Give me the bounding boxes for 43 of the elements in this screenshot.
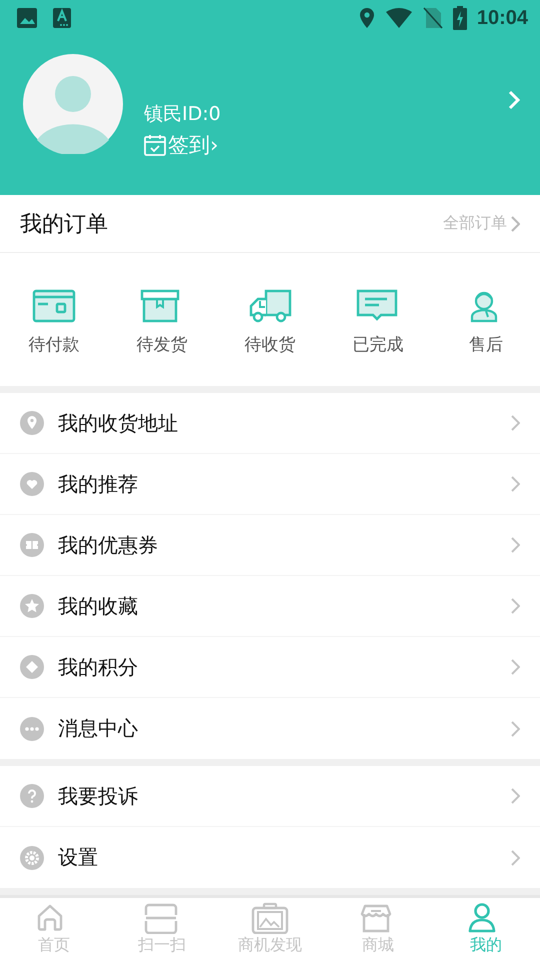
menu-item[interactable]: 消息中心	[0, 698, 540, 759]
more-icon	[20, 716, 44, 740]
menu-item[interactable]: 我的推荐	[0, 454, 540, 515]
clock-time: 10:04	[476, 6, 528, 30]
order-status-button[interactable]: 已完成	[324, 253, 432, 386]
menu-item[interactable]: 我的优惠券	[0, 515, 540, 576]
order-status-button[interactable]: 售后	[432, 253, 540, 386]
location-icon	[358, 7, 375, 29]
menu-item[interactable]: 我的收藏	[0, 576, 540, 637]
ticket-icon	[20, 533, 44, 557]
settings-icon	[20, 846, 44, 870]
message-icon	[356, 287, 400, 323]
font-icon	[52, 7, 72, 29]
menu-item[interactable]: 我的积分	[0, 637, 540, 698]
order-status-button[interactable]: 待收货	[216, 253, 324, 386]
menu-item[interactable]: 设置	[0, 827, 540, 888]
chevron-right-icon	[511, 537, 520, 553]
no-sim-icon	[422, 7, 443, 29]
location-icon	[20, 411, 44, 435]
order-status-button[interactable]: 待付款	[0, 253, 108, 386]
card-icon	[32, 287, 76, 323]
chevron-right-icon	[511, 415, 520, 431]
menu-item[interactable]: 我要投诉	[0, 766, 540, 827]
question-icon	[20, 784, 44, 808]
chevron-right-icon	[511, 850, 520, 866]
truck-icon	[248, 287, 292, 323]
calendar-check-icon	[144, 134, 166, 156]
section-title: 我的订单	[20, 210, 108, 238]
chevron-right-icon	[508, 90, 520, 110]
chevron-right-icon	[511, 788, 520, 804]
chevron-right-icon	[511, 476, 520, 492]
wifi-icon	[384, 8, 413, 28]
chevron-right-icon	[511, 720, 520, 736]
battery-icon	[452, 6, 467, 30]
chevron-right-icon	[511, 216, 520, 232]
user-id: 镇民ID:0	[144, 102, 222, 126]
image-icon	[16, 7, 38, 29]
photo-bag-icon	[251, 902, 289, 934]
order-status-button[interactable]: 待发货	[108, 253, 216, 386]
chevron-right-icon	[511, 598, 520, 614]
avatar-icon	[23, 54, 123, 154]
chevron-right-icon	[511, 659, 520, 675]
menu-item[interactable]: 我的收货地址	[0, 393, 540, 454]
